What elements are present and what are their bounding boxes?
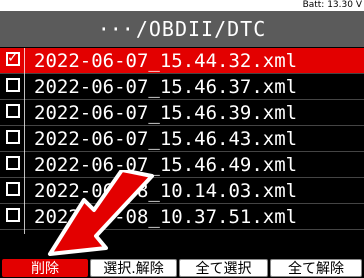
checkbox[interactable] — [6, 208, 20, 222]
checkbox[interactable]: ✓ — [6, 50, 20, 66]
file-row[interactable]: 2022-06-07_15.46.37.xml — [0, 74, 364, 100]
battery-voltage: Batt: 13.30 V — [302, 0, 362, 10]
file-name: 2022-06-07_15.46.39.xml — [34, 102, 298, 124]
file-name: 2022-06-07_15.46.37.xml — [34, 76, 298, 98]
file-name: 2022-06-08_10.14.03.xml — [34, 180, 298, 202]
file-name: 2022-06-07_15.46.43.xml — [34, 128, 298, 150]
checkbox[interactable] — [6, 182, 20, 196]
checkbox[interactable] — [6, 130, 20, 144]
checkbox[interactable] — [6, 104, 20, 118]
file-row[interactable]: ✓ 2022-06-07_15.44.32.xml — [0, 48, 364, 74]
path-ellipsis: ··· — [97, 17, 134, 41]
status-bar: Batt: 13.30 V — [0, 0, 364, 11]
footer-toolbar: 削除 選択.解除 全て選択 全て解除 — [0, 258, 364, 277]
file-row[interactable]: 2022-06-08_10.37.51.xml — [0, 204, 364, 230]
file-name: 2022-06-07_15.46.49.xml — [34, 154, 298, 176]
file-row[interactable]: 2022-06-08_10.14.03.xml — [0, 178, 364, 204]
delete-button[interactable]: 削除 — [2, 259, 88, 277]
file-row[interactable]: 2022-06-07_15.46.49.xml — [0, 152, 364, 178]
column-divider — [24, 48, 25, 234]
select-all-button[interactable]: 全て選択 — [179, 259, 268, 277]
toggle-select-button[interactable]: 選択.解除 — [90, 259, 177, 277]
check-icon: ✓ — [7, 50, 19, 66]
checkbox[interactable] — [6, 78, 20, 92]
file-name: 2022-06-08_10.37.51.xml — [34, 206, 298, 228]
path-text: /OBDII/DTC — [135, 17, 267, 41]
deselect-all-button[interactable]: 全て解除 — [270, 259, 362, 277]
path-bar: ···/OBDII/DTC — [0, 11, 364, 47]
file-name: 2022-06-07_15.44.32.xml — [34, 50, 298, 72]
file-row[interactable]: 2022-06-07_15.46.43.xml — [0, 126, 364, 152]
checkbox[interactable] — [6, 156, 20, 170]
file-row[interactable]: 2022-06-07_15.46.39.xml — [0, 100, 364, 126]
